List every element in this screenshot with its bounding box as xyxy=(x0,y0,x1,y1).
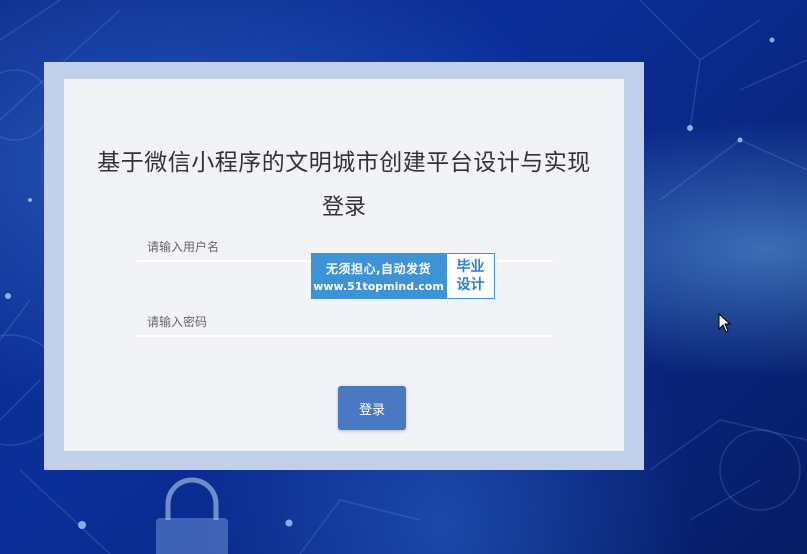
watermark-label: 毕业 设计 xyxy=(446,253,495,299)
watermark-label-line1: 毕业 xyxy=(456,259,485,275)
password-input[interactable] xyxy=(137,309,553,337)
login-heading: 登录 xyxy=(321,195,366,220)
watermark-slogan: 无须担心,自动发货 xyxy=(325,261,432,276)
page-title: 基于微信小程序的文明城市创建平台设计与实现 xyxy=(97,150,591,176)
watermark-url: www.51topmind.com xyxy=(313,279,444,293)
login-button[interactable]: 登录 xyxy=(338,386,406,430)
mouse-cursor-icon xyxy=(718,313,732,333)
watermark-text: 无须担心,自动发货 www.51topmind.com xyxy=(311,253,446,299)
lock-icon xyxy=(156,477,228,554)
watermark-badge: 无须担心,自动发货 www.51topmind.com 毕业 设计 xyxy=(311,253,495,299)
watermark-label-line2: 设计 xyxy=(456,277,485,293)
